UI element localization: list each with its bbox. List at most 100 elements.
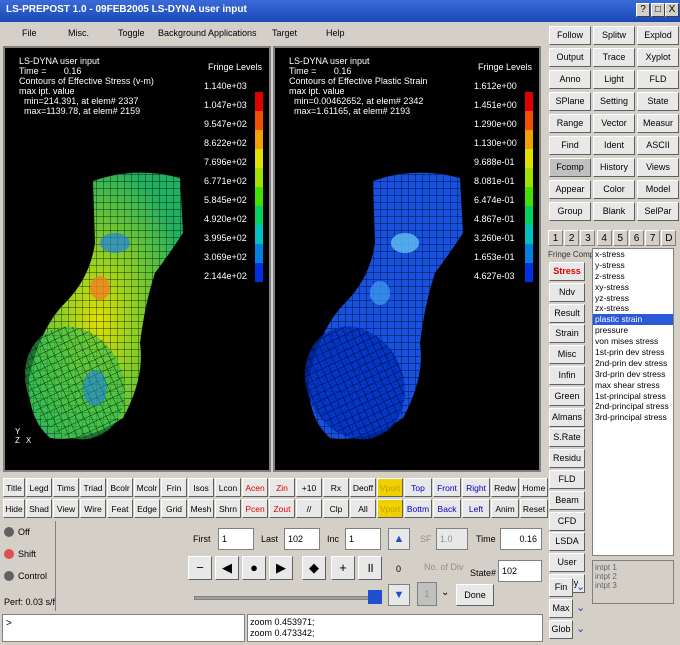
side-button-views[interactable]: Views — [637, 158, 679, 177]
state-input[interactable]: 102 — [498, 560, 542, 582]
fcomp-button-strain[interactable]: Strain — [549, 324, 585, 344]
side-button-light[interactable]: Light — [593, 70, 635, 89]
page-tab-3[interactable]: 3 — [580, 230, 596, 246]
toolbar-button-mesh[interactable]: Mesh — [188, 499, 214, 518]
done-button[interactable]: Done — [456, 584, 494, 606]
menu-target[interactable]: Target — [272, 28, 297, 38]
max-button[interactable]: Max — [549, 599, 573, 618]
fcomp-button-misc[interactable]: Misc — [549, 345, 585, 365]
ipt-list[interactable]: intpt 1 intpt 2 intpt 3 — [592, 560, 674, 604]
stress-list-item[interactable]: 2nd-principal stress — [593, 401, 673, 412]
side-button-anno[interactable]: Anno — [549, 70, 591, 89]
stress-list-item[interactable]: max shear stress — [593, 380, 673, 391]
stress-list-item[interactable]: z-stress — [593, 271, 673, 282]
time-input[interactable]: 0.16 — [500, 528, 542, 550]
maximize-button[interactable]: □ — [651, 3, 665, 17]
side-button-group[interactable]: Group — [549, 202, 591, 221]
side-button-ascii[interactable]: ASCII — [637, 136, 679, 155]
side-button-splane[interactable]: SPlane — [549, 92, 591, 111]
toolbar-button-left[interactable]: Left — [462, 499, 490, 518]
chevron-up-icon[interactable]: ▲ — [388, 528, 410, 550]
close-button[interactable]: X — [665, 3, 679, 17]
radio-control[interactable] — [4, 571, 14, 581]
page-tab-7[interactable]: 7 — [645, 230, 661, 246]
side-button-output[interactable]: Output — [549, 48, 591, 67]
stress-list-item[interactable]: von mises stress — [593, 336, 673, 347]
menu-toggle[interactable]: Toggle — [118, 28, 145, 38]
toolbar-button-wire[interactable]: Wire — [80, 499, 106, 518]
command-input[interactable]: > — [2, 614, 245, 642]
toolbar-button-triad[interactable]: Triad — [80, 478, 106, 497]
toolbar-button-lcon[interactable]: Lcon — [215, 478, 241, 497]
side-button-state[interactable]: State — [637, 92, 679, 111]
stress-list-item[interactable]: plastic strain — [593, 314, 673, 326]
page-tab-5[interactable]: 5 — [612, 230, 628, 246]
chevron-down-icon[interactable]: ▼ — [388, 584, 410, 606]
menu-file[interactable]: File — [22, 28, 37, 38]
fcomp-button-stress[interactable]: Stress — [549, 262, 585, 281]
chevron-double-icon[interactable]: ⌄ — [441, 587, 449, 598]
toolbar-button-frin[interactable]: Frin — [161, 478, 187, 497]
viewport-left[interactable]: LS-DYNA user input Time = 0.16 Contours of… — [3, 46, 271, 472]
stress-list-item[interactable]: 3rd-prin dev stress — [593, 369, 673, 380]
side-button-find[interactable]: Find — [549, 136, 591, 155]
first-input[interactable]: 1 — [218, 528, 254, 550]
toolbar-button-redw[interactable]: Redw — [491, 478, 519, 497]
toolbar-button-reset[interactable]: Reset — [520, 499, 548, 518]
step-back-button[interactable]: ◀ — [215, 556, 239, 580]
toolbar-button-clp[interactable]: Clp — [323, 499, 349, 518]
fin-button[interactable]: Fin — [549, 578, 573, 597]
toolbar-button-deoff[interactable]: Deoff — [350, 478, 376, 497]
stop-button[interactable]: ● — [242, 556, 266, 580]
toolbar-button-xx[interactable]: // — [296, 499, 322, 518]
side-button-model[interactable]: Model — [637, 180, 679, 199]
fcomp-button-green[interactable]: Green — [549, 386, 585, 406]
page-tab-D[interactable]: D — [661, 230, 677, 246]
page-tab-2[interactable]: 2 — [564, 230, 580, 246]
stress-list-item[interactable]: 2nd-prin dev stress — [593, 358, 673, 369]
stress-list-item[interactable]: 3rd-principal stress — [593, 412, 673, 423]
toolbar-button-bcolr[interactable]: Bcolr — [107, 478, 133, 497]
side-button-setting[interactable]: Setting — [593, 92, 635, 111]
side-button-measur[interactable]: Measur — [637, 114, 679, 133]
stress-list-item[interactable]: y-stress — [593, 260, 673, 271]
fcomp-button-almans[interactable]: Almans — [549, 407, 585, 427]
plus-button[interactable]: + — [331, 556, 355, 580]
side-button-color[interactable]: Color — [593, 180, 635, 199]
minus-button[interactable]: − — [188, 556, 212, 580]
menu-background[interactable]: Background — [158, 28, 206, 38]
chevron-down-icon[interactable]: ⌄ — [576, 601, 585, 614]
time-slider-thumb[interactable] — [368, 590, 382, 604]
toolbar-button-isos[interactable]: Isos — [188, 478, 214, 497]
toolbar-button-vport[interactable]: Vport — [377, 478, 403, 497]
toolbar-button-shrn[interactable]: Shrn — [215, 499, 241, 518]
sf-input[interactable]: 1.0 — [436, 528, 468, 550]
menu-applications[interactable]: Applications — [208, 28, 257, 38]
side-button-range[interactable]: Range — [549, 114, 591, 133]
inc-input[interactable]: 1 — [345, 528, 381, 550]
stress-list-item[interactable]: 1st-principal stress — [593, 391, 673, 402]
toolbar-button-hide[interactable]: Hide — [3, 499, 25, 518]
toolbar-button-x10[interactable]: +10 — [296, 478, 322, 497]
stress-list-item[interactable]: yz-stress — [593, 293, 673, 304]
side-button-fld[interactable]: FLD — [637, 70, 679, 89]
toolbar-button-all[interactable]: All — [350, 499, 376, 518]
toolbar-button-pcen[interactable]: Pcen — [242, 499, 268, 518]
side-button-follow[interactable]: Follow — [549, 26, 591, 45]
step-forward-button[interactable]: ▶ — [269, 556, 293, 580]
toolbar-button-bottm[interactable]: Bottm — [404, 499, 432, 518]
side-button-splitw[interactable]: Splitw — [593, 26, 635, 45]
side-button-selpar[interactable]: SelPar — [637, 202, 679, 221]
stress-list-item[interactable]: 1st-prin dev stress — [593, 347, 673, 358]
fcomp-button-user[interactable]: User — [549, 553, 585, 573]
viewport-right[interactable]: LS-DYNA user input Time = 0.16 Contours of… — [273, 46, 541, 472]
help-button[interactable]: ? — [636, 3, 650, 17]
last-input[interactable]: 102 — [284, 528, 320, 550]
fcomp-button-ndv[interactable]: Ndv — [549, 282, 585, 302]
side-button-vector[interactable]: Vector — [593, 114, 635, 133]
toolbar-button-title[interactable]: Title — [3, 478, 25, 497]
page-tab-6[interactable]: 6 — [629, 230, 644, 246]
stress-list-item[interactable]: x-stress — [593, 249, 673, 260]
toolbar-button-zout[interactable]: Zout — [269, 499, 295, 518]
toolbar-button-edge[interactable]: Edge — [134, 499, 160, 518]
